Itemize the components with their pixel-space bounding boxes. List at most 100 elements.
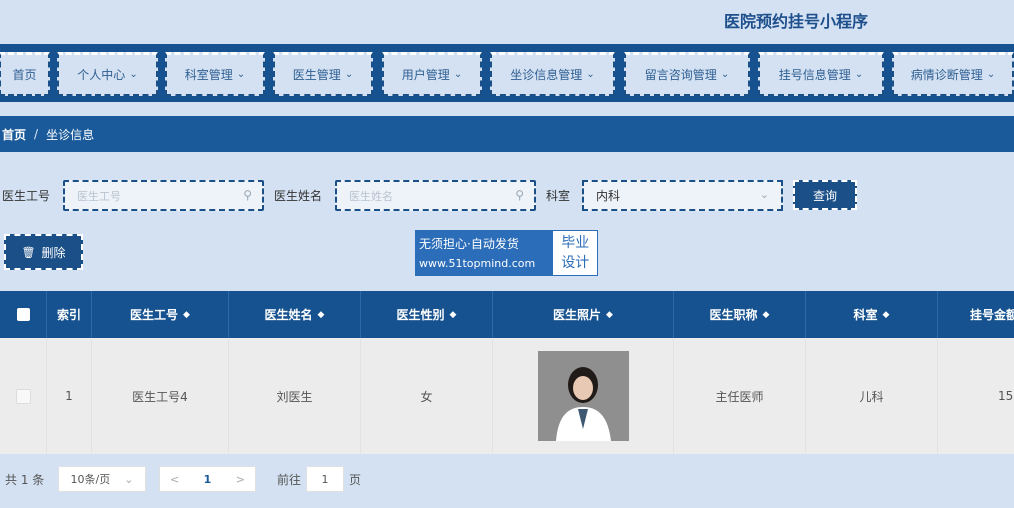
watermark-line2: www.51topmind.com	[419, 257, 536, 270]
sort-icon[interactable]: ◆	[883, 310, 890, 320]
sort-icon[interactable]: ◆	[318, 310, 325, 320]
doctor-id-placeholder: 医生工号	[77, 189, 121, 203]
chevron-down-icon: ⌄	[129, 69, 138, 80]
select-all-checkbox[interactable]	[16, 308, 30, 321]
watermark-side2: 设计	[561, 255, 590, 271]
search-icon: ⚲	[243, 188, 252, 202]
select-all-cell	[0, 291, 47, 338]
nav-label: 病情诊断管理	[910, 68, 983, 82]
column-label: 医生性别	[396, 308, 445, 322]
cell-index: 1	[47, 338, 92, 454]
nav-item-home[interactable]: 首页	[0, 52, 50, 96]
chevron-down-icon: ⌄	[344, 69, 354, 80]
doctor-name-input[interactable]: 医生姓名 ⚲	[335, 180, 536, 211]
column-label: 索引	[56, 308, 81, 322]
doctor-name-placeholder: 医生姓名	[349, 189, 393, 203]
chevron-down-icon: ⌄	[124, 472, 134, 486]
app-header: 医院预约挂号小程序	[0, 0, 1014, 44]
nav-label: 留言咨询管理	[644, 68, 717, 82]
nav-label: 挂号信息管理	[778, 68, 851, 82]
page-navigation: < 1 >	[159, 466, 256, 492]
doctor-photo[interactable]	[537, 351, 629, 441]
column-label: 医生照片	[553, 308, 602, 322]
column-header-department[interactable]: 科室 ◆	[806, 291, 938, 338]
column-header-doctor-id[interactable]: 医生工号 ◆	[92, 291, 229, 338]
breadcrumb-home[interactable]: 首页	[2, 126, 26, 143]
trash-icon: 🗑	[21, 245, 36, 259]
watermark-side1: 毕业	[561, 235, 590, 251]
column-header-doctor-name[interactable]: 医生姓名 ◆	[229, 291, 361, 338]
next-page-button[interactable]: >	[236, 473, 245, 486]
doctor-id-input[interactable]: 医生工号 ⚲	[63, 180, 264, 211]
watermark: 无须担心·自动发货 www.51topmind.com 毕业 设计	[415, 230, 598, 276]
pagination: 共 1 条 10条/页 ⌄ < 1 > 前往 1 页	[0, 466, 1014, 492]
nav-item-profile[interactable]: 个人中心 ⌄	[57, 52, 158, 96]
nav-label: 坐诊信息管理	[510, 68, 583, 82]
chevron-down-icon: ⌄	[854, 69, 864, 80]
table-header: 索引 医生工号 ◆ 医生姓名 ◆ 医生性别 ◆ 医生照片 ◆ 医生职称 ◆ 科室 ◆ 挂号金…	[0, 291, 1014, 338]
page-size-value: 10条/页	[70, 473, 111, 486]
column-header-fee[interactable]: 挂号金额◆	[938, 291, 1014, 338]
cell-doctor-name: 刘医生	[229, 338, 361, 454]
sort-icon[interactable]: ◆	[763, 310, 770, 320]
chevron-down-icon: ⌄	[720, 69, 730, 80]
row-select-cell	[0, 338, 47, 454]
doctor-schedule-table: 索引 医生工号 ◆ 医生姓名 ◆ 医生性别 ◆ 医生照片 ◆ 医生职称 ◆ 科室 ◆ 挂号金…	[0, 291, 1014, 454]
nav-label: 个人中心	[77, 68, 126, 82]
nav-label: 医生管理	[292, 68, 341, 82]
nav-item-diagnosis[interactable]: 病情诊断管理 ⌄	[892, 52, 1014, 96]
column-header-gender[interactable]: 医生性别 ◆	[361, 291, 493, 338]
page-size-select[interactable]: 10条/页 ⌄	[58, 466, 146, 492]
cell-doctor-id: 医生工号4	[92, 338, 229, 454]
nav-item-doctor[interactable]: 医生管理 ⌄	[273, 52, 373, 96]
nav-item-user[interactable]: 用户管理 ⌄	[382, 52, 482, 96]
chevron-down-icon: ⌄	[453, 69, 463, 80]
app-title: 医院预约挂号小程序	[724, 12, 869, 31]
cell-photo	[493, 338, 674, 454]
nav-item-department[interactable]: 科室管理 ⌄	[165, 52, 265, 96]
chevron-down-icon: ⌄	[986, 69, 996, 80]
column-label: 医生职称	[709, 308, 758, 322]
nav-label: 用户管理	[401, 68, 450, 82]
breadcrumb-separator: /	[34, 127, 39, 141]
delete-button[interactable]: 🗑 删除	[4, 234, 83, 270]
cell-gender: 女	[361, 338, 493, 454]
chevron-down-icon: ⌄	[236, 69, 246, 80]
search-icon: ⚲	[515, 188, 524, 202]
doctor-name-label: 医生姓名	[274, 189, 323, 203]
delete-button-label: 删除	[41, 245, 66, 260]
row-checkbox[interactable]	[15, 388, 31, 404]
sort-icon[interactable]: ◆	[606, 310, 613, 320]
column-header-title[interactable]: 医生职称 ◆	[674, 291, 806, 338]
goto-page-input[interactable]: 1	[306, 466, 344, 492]
department-select[interactable]: 内科 ⌄	[582, 180, 783, 211]
pagination-total: 共 1 条	[5, 473, 45, 487]
column-label: 医生工号	[130, 308, 179, 322]
cell-fee: 15	[938, 338, 1014, 454]
breadcrumb-current: 坐诊信息	[46, 127, 95, 142]
nav-item-consult[interactable]: 留言咨询管理 ⌄	[624, 52, 750, 96]
nav-item-registration[interactable]: 挂号信息管理 ⌄	[758, 52, 884, 96]
query-button-label: 查询	[812, 188, 837, 203]
current-page[interactable]: 1	[204, 473, 212, 486]
chevron-down-icon: ⌄	[759, 188, 769, 201]
query-button[interactable]: 查询	[793, 180, 857, 210]
department-value: 内科	[596, 189, 621, 203]
column-label: 挂号金额	[970, 308, 1014, 322]
goto-page-value: 1	[321, 472, 329, 486]
column-header-photo[interactable]: 医生照片 ◆	[493, 291, 674, 338]
cell-department: 儿科	[806, 338, 938, 454]
nav-item-schedule[interactable]: 坐诊信息管理 ⌄	[490, 52, 615, 96]
sort-icon[interactable]: ◆	[183, 310, 190, 320]
nav-label: 首页	[12, 68, 37, 82]
top-nav: 首页 个人中心 ⌄ 科室管理 ⌄ 医生管理 ⌄ 用户管理 ⌄ 坐诊信息管理 ⌄ 留言咨询管…	[0, 44, 1014, 102]
page-unit-label: 页	[349, 473, 362, 487]
sort-icon[interactable]: ◆	[450, 310, 457, 320]
prev-page-button[interactable]: <	[170, 473, 179, 486]
chevron-down-icon: ⌄	[586, 69, 595, 80]
cell-title: 主任医师	[674, 338, 806, 454]
table-row[interactable]: 1 医生工号4 刘医生 女 主任医师 儿科 15	[0, 338, 1014, 454]
breadcrumb: 首页 / 坐诊信息	[0, 116, 1014, 152]
doctor-photo-image	[537, 351, 629, 441]
doctor-id-label: 医生工号	[2, 189, 51, 203]
